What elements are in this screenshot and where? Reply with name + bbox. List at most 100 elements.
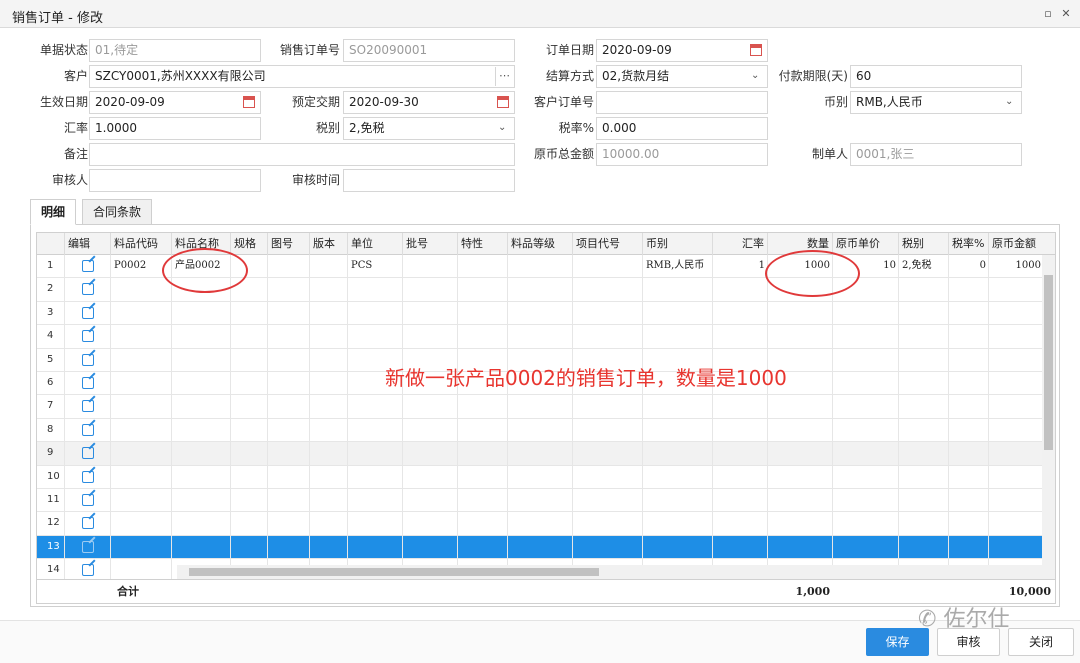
- edit-icon[interactable]: [82, 494, 94, 506]
- delivery-date-field[interactable]: 2020-09-30: [343, 91, 515, 114]
- edit-icon[interactable]: [82, 283, 94, 296]
- customer-value: SZCY0001,苏州XXXX有限公司: [95, 69, 266, 83]
- auditor-label: 审核人: [51, 173, 88, 187]
- calendar-icon[interactable]: [243, 96, 255, 108]
- header-project[interactable]: 项目代号: [573, 233, 643, 255]
- edit-icon[interactable]: [82, 400, 94, 413]
- effective-date-field[interactable]: 2020-09-09: [89, 91, 261, 114]
- header-unit[interactable]: 单位: [348, 233, 403, 255]
- cell-tax[interactable]: 2,免税: [899, 255, 949, 278]
- currency-select[interactable]: RMB,人民币 ⌄: [850, 91, 1022, 114]
- audit-time-field: [343, 169, 515, 192]
- grid-cell-divider: [37, 301, 989, 325]
- audit-time-label: 审核时间: [291, 173, 340, 187]
- grid-cell-divider: [37, 418, 989, 442]
- chevron-down-icon: ⌄: [498, 122, 507, 133]
- row-number: 13: [37, 535, 65, 559]
- header-edit[interactable]: 编辑: [65, 233, 111, 255]
- table-row[interactable]: 10: [37, 465, 1044, 489]
- header-feature[interactable]: 特性: [458, 233, 508, 255]
- header-version[interactable]: 版本: [310, 233, 348, 255]
- window-title: 销售订单 - 修改: [12, 11, 103, 26]
- maximize-icon[interactable]: ▫: [1042, 8, 1054, 20]
- edit-icon[interactable]: [82, 470, 94, 483]
- cell-tax-rate[interactable]: 0: [949, 255, 989, 278]
- tax-rate-field[interactable]: 0.000: [596, 117, 768, 140]
- customer-field[interactable]: SZCY0001,苏州XXXX有限公司 ⋯: [89, 65, 515, 88]
- row-number: 11: [37, 489, 65, 512]
- header-tax[interactable]: 税别: [899, 233, 949, 255]
- totals-label: 合计: [117, 585, 139, 598]
- table-row[interactable]: 7: [37, 395, 1044, 419]
- rate-field[interactable]: 1.0000: [89, 117, 261, 140]
- cell-currency[interactable]: RMB,人民币: [643, 255, 713, 278]
- header-price[interactable]: 原币单价: [833, 233, 899, 255]
- calendar-icon[interactable]: [750, 44, 762, 56]
- edit-icon[interactable]: [82, 423, 94, 436]
- pay-term-field[interactable]: 60: [850, 65, 1022, 88]
- header-amount[interactable]: 原币金额: [989, 233, 1055, 255]
- table-row[interactable]: 13: [37, 535, 1044, 560]
- header-spec[interactable]: 规格: [231, 233, 268, 255]
- maker-field: 0001,张三: [850, 143, 1022, 166]
- table-row[interactable]: 11: [37, 489, 1044, 513]
- vertical-scroll-thumb[interactable]: [1044, 275, 1053, 450]
- settle-select[interactable]: 02,货款月结 ⌄: [596, 65, 768, 88]
- calendar-icon[interactable]: [497, 96, 509, 108]
- order-date-field[interactable]: 2020-09-09: [596, 39, 768, 62]
- cust-order-label: 客户订单号: [533, 95, 594, 109]
- edit-icon[interactable]: [82, 377, 94, 389]
- edit-icon[interactable]: [82, 540, 94, 553]
- effective-date-label: 生效日期: [39, 95, 88, 109]
- header-drawing-no[interactable]: 图号: [268, 233, 310, 255]
- horizontal-scroll-thumb[interactable]: [189, 568, 599, 576]
- tab-contract-terms[interactable]: 合同条款: [82, 199, 153, 225]
- header-item-code[interactable]: 料品代码: [111, 233, 172, 255]
- horizontal-scrollbar[interactable]: [177, 565, 1055, 579]
- table-row[interactable]: 9: [37, 442, 1044, 466]
- edit-icon[interactable]: [82, 306, 94, 319]
- row-number: 3: [37, 301, 65, 325]
- close-icon[interactable]: ✕: [1060, 8, 1072, 20]
- table-row[interactable]: 4: [37, 325, 1044, 349]
- header-batch[interactable]: 批号: [403, 233, 458, 255]
- grid-cell-divider: [37, 512, 989, 536]
- grid-cell-divider: [37, 395, 989, 419]
- save-button[interactable]: 保存: [866, 628, 929, 656]
- table-row[interactable]: 3: [37, 301, 1044, 326]
- edit-icon[interactable]: [82, 353, 94, 366]
- tab-detail[interactable]: 明细: [30, 199, 77, 225]
- chevron-down-icon: ⌄: [751, 70, 760, 81]
- grid-cell-divider: [37, 442, 989, 466]
- table-row[interactable]: 8: [37, 418, 1044, 443]
- table-row[interactable]: 12: [37, 512, 1044, 536]
- edit-icon[interactable]: [82, 260, 94, 272]
- cust-order-field[interactable]: [596, 91, 768, 114]
- edit-icon[interactable]: [82, 517, 94, 530]
- more-icon[interactable]: ⋯: [495, 67, 513, 86]
- order-date-value: 2020-09-09: [602, 43, 672, 57]
- row-number: 1: [37, 255, 65, 278]
- status-label: 单据状态: [39, 43, 88, 57]
- vertical-scrollbar[interactable]: [1042, 255, 1055, 585]
- tax-select[interactable]: 2,免税 ⌄: [343, 117, 515, 140]
- cell-unit[interactable]: PCS: [348, 255, 403, 278]
- currency-label: 币别: [823, 95, 848, 109]
- close-button[interactable]: 关闭: [1008, 628, 1074, 656]
- highlight-circle-name: [162, 248, 248, 293]
- row-number: 2: [37, 278, 65, 302]
- remark-field[interactable]: [89, 143, 515, 166]
- edit-icon[interactable]: [82, 447, 94, 460]
- cell-amount[interactable]: 1000: [989, 255, 1044, 278]
- edit-icon[interactable]: [82, 330, 94, 343]
- tax-rate-label: 税率%: [558, 121, 594, 135]
- header-grade[interactable]: 料品等级: [508, 233, 573, 255]
- edit-icon[interactable]: [82, 564, 94, 577]
- header-tax-rate[interactable]: 税率%: [949, 233, 989, 255]
- cell-rate[interactable]: 1: [713, 255, 768, 278]
- header-rate[interactable]: 汇率: [713, 233, 768, 255]
- audit-button[interactable]: 审核: [937, 628, 1000, 656]
- totals-qty: 1,000: [795, 585, 830, 598]
- order-date-label: 订单日期: [545, 43, 594, 57]
- header-currency[interactable]: 币别: [643, 233, 713, 255]
